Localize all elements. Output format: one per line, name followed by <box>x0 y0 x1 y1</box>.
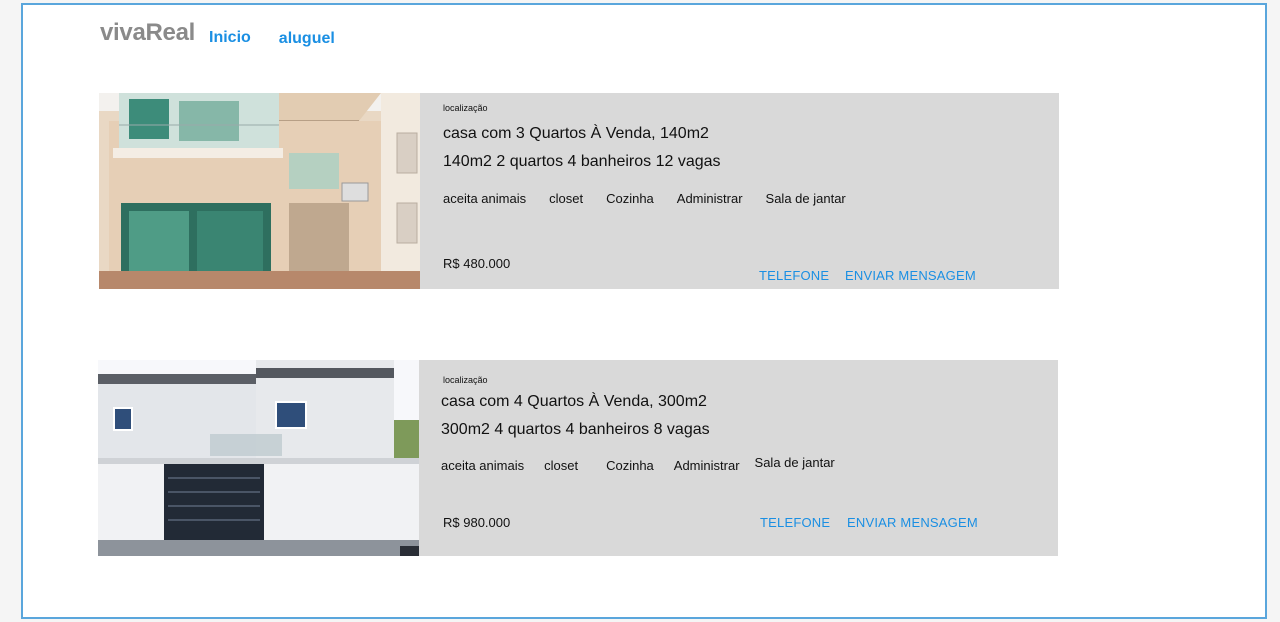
listing-title[interactable]: casa com 3 Quartos À Venda, 140m2 <box>443 125 709 143</box>
amenity-tag: Sala de jantar <box>754 455 835 470</box>
amenities-list: aceita animais closet Cozinha Administra… <box>441 455 858 473</box>
listing-card[interactable]: localização casa com 4 Quartos À Venda, … <box>98 360 1058 556</box>
listing-location: localização <box>443 375 488 385</box>
listing-specs: 300m2 4 quartos 4 banheiros 8 vagas <box>441 421 710 438</box>
amenity-tag: Cozinha <box>606 191 654 206</box>
send-message-button[interactable]: ENVIAR MENSAGEM <box>847 515 978 530</box>
page-frame: vivaReal Inicio aluguel localização casa… <box>21 3 1267 619</box>
nav-link-inicio[interactable]: Inicio <box>209 29 251 47</box>
amenities-list: aceita animais closet Cozinha Administra… <box>443 191 869 206</box>
amenity-tag: closet <box>549 191 584 206</box>
listing-specs: 140m2 2 quartos 4 banheiros 12 vagas <box>443 153 721 170</box>
amenity-tag: Administrar <box>673 458 740 473</box>
header: vivaReal Inicio aluguel <box>100 19 335 47</box>
listing-price: R$ 980.000 <box>443 515 511 530</box>
amenity-tag: closet <box>544 458 579 473</box>
amenity-tag: aceita animais <box>443 191 527 206</box>
logo[interactable]: vivaReal <box>100 19 195 47</box>
listing-price: R$ 480.000 <box>443 256 511 271</box>
listing-photo[interactable] <box>98 360 419 556</box>
amenity-tag: Administrar <box>676 191 743 206</box>
nav-link-aluguel[interactable]: aluguel <box>279 30 335 48</box>
amenity-tag: aceita animais <box>441 458 525 473</box>
listing-location: localização <box>443 103 488 113</box>
listing-card[interactable]: localização casa com 3 Quartos À Venda, … <box>99 93 1059 289</box>
phone-button[interactable]: TELEFONE <box>760 515 830 530</box>
listing-info: localização casa com 4 Quartos À Venda, … <box>441 360 1058 556</box>
listing-title[interactable]: casa com 4 Quartos À Venda, 300m2 <box>441 393 707 411</box>
listing-info: localização casa com 3 Quartos À Venda, … <box>443 93 1059 289</box>
listing-photo[interactable] <box>99 93 420 289</box>
amenity-tag: Cozinha <box>606 458 654 473</box>
amenity-tag: Sala de jantar <box>765 191 846 206</box>
send-message-button[interactable]: ENVIAR MENSAGEM <box>845 268 976 283</box>
phone-button[interactable]: TELEFONE <box>759 268 829 283</box>
